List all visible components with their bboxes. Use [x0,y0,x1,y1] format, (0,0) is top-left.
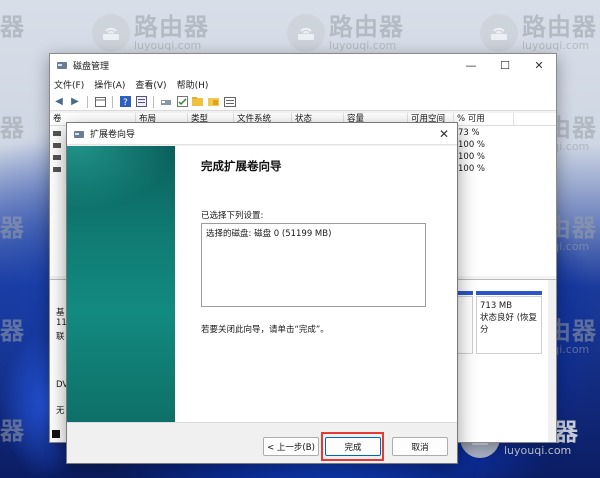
svg-text:?: ? [123,98,128,107]
legend-swatch [52,430,60,438]
wizard-icon [74,130,84,138]
watermark: 路由器luyouqi.com [287,14,404,52]
wizard-button-row: < 上一步(B) 完成 取消 [67,422,457,463]
wizard-title: 扩展卷向导 [90,130,136,140]
drive-icon [53,131,61,136]
watermark-fragment-text: 器 [0,13,25,41]
menu-action[interactable]: 操作(A) [94,78,125,91]
finish-instruction: 若要关闭此向导，请单击“完成”。 [201,325,329,335]
watermark-domain: luyouqi.com [134,39,202,52]
selected-disk-text: 选择的磁盘: 磁盘 0 (51199 MB) [206,229,332,239]
close-button[interactable]: ✕ [522,54,556,76]
menu-view[interactable]: 查看(V) [135,78,166,91]
finish-highlight-box [321,432,384,461]
watermark-fragment-text: 器 [0,214,25,242]
watermark-domain: luyouqi.com [504,444,572,457]
wizard-titlebar[interactable]: 扩展卷向导 ✕ [67,123,457,145]
connect-disk-icon[interactable] [160,96,172,108]
window-titlebar[interactable]: 磁盘管理 — ☐ ✕ [50,54,556,76]
properties-icon[interactable] [135,96,147,108]
menu-file[interactable]: 文件(F) [54,78,84,91]
watermark-fragment: 器 [0,418,25,444]
banner-wave [67,146,175,236]
menu-bar: 文件(F) 操作(A) 查看(V) 帮助(H) [50,76,556,93]
toolbar-separator [153,95,154,108]
partition-status: 状态良好 (恢复分 [480,313,538,335]
toolbar-separator [87,95,88,108]
router-logo-icon [287,14,325,52]
folder-key-icon[interactable] [192,96,204,108]
disk-0-label: 基 [56,308,65,318]
back-arrow-icon[interactable]: ◀ [53,96,65,108]
cancel-button[interactable]: 取消 [392,437,448,456]
drive-icon [53,143,61,148]
back-button[interactable]: < 上一步(B) [263,437,319,456]
watermark-fragment: 器 [0,115,25,141]
wizard-side-banner [67,146,175,422]
router-logo-icon [92,14,130,52]
volume-percent-free: 100 % [458,152,486,162]
window-title: 磁盘管理 [73,61,110,72]
selected-settings-box[interactable]: 选择的磁盘: 磁盘 0 (51199 MB) [201,223,426,307]
wizard-heading: 完成扩展卷向导 [201,159,282,173]
watermark-fragment: 器 [0,215,25,241]
maximize-button[interactable]: ☐ [488,54,522,76]
check-icon[interactable] [176,96,188,108]
watermark-fragment-text: 器 [0,317,25,345]
menu-help[interactable]: 帮助(H) [177,78,209,91]
watermark-fragment-text: 器 [0,114,25,142]
window-list-icon[interactable] [224,96,236,108]
vertical-scrollbar[interactable] [548,280,556,442]
recovery-partition[interactable]: 713 MB 状态良好 (恢复分 [476,296,542,354]
help-icon[interactable]: ? [119,96,131,108]
volume-percent-free: 100 % [458,140,486,150]
recovery-partition-bar [476,291,542,295]
watermark: 路由器luyouqi.com [92,14,209,52]
watermark-name: 路由器 [522,13,597,41]
wizard-close-icon[interactable]: ✕ [431,127,457,141]
partition-size: 713 MB [480,301,513,311]
extend-volume-wizard: 扩展卷向导 ✕ 完成扩展卷向导 已选择下列设置: 选择的磁盘: 磁盘 0 (51… [66,122,458,464]
toolbar: ◀ ▶ ? [50,93,556,111]
watermark-domain: luyouqi.com [329,39,397,52]
drive-icon [53,155,61,160]
watermark-fragment: 器 [0,14,25,40]
disk-management-icon [57,62,67,69]
minimize-button[interactable]: — [454,54,488,76]
toolbar-separator [112,95,113,108]
folder-icon[interactable] [208,96,220,108]
volume-percent-free: 100 % [458,164,486,174]
watermark-fragment-text: 器 [0,417,25,445]
watermark-domain: luyouqi.com [522,39,590,52]
watermark-fragment: 器 [0,318,25,344]
column-percent-free[interactable]: % 可用 [454,113,514,125]
no-media-label: 无 [56,406,65,416]
watermark-name: 路由器 [134,13,209,41]
console-tree-icon[interactable] [94,96,106,108]
drive-icon [53,167,61,172]
wizard-content: 完成扩展卷向导 已选择下列设置: 选择的磁盘: 磁盘 0 (51199 MB) … [175,146,457,422]
watermark-name: 路由器 [329,13,404,41]
forward-arrow-icon[interactable]: ▶ [69,96,81,108]
selected-settings-label: 已选择下列设置: [201,211,264,221]
watermark: 路由器luyouqi.com [480,14,597,52]
disk-0-status: 联 [56,332,65,342]
router-logo-icon [480,14,518,52]
volume-percent-free: 73 % [458,128,480,138]
